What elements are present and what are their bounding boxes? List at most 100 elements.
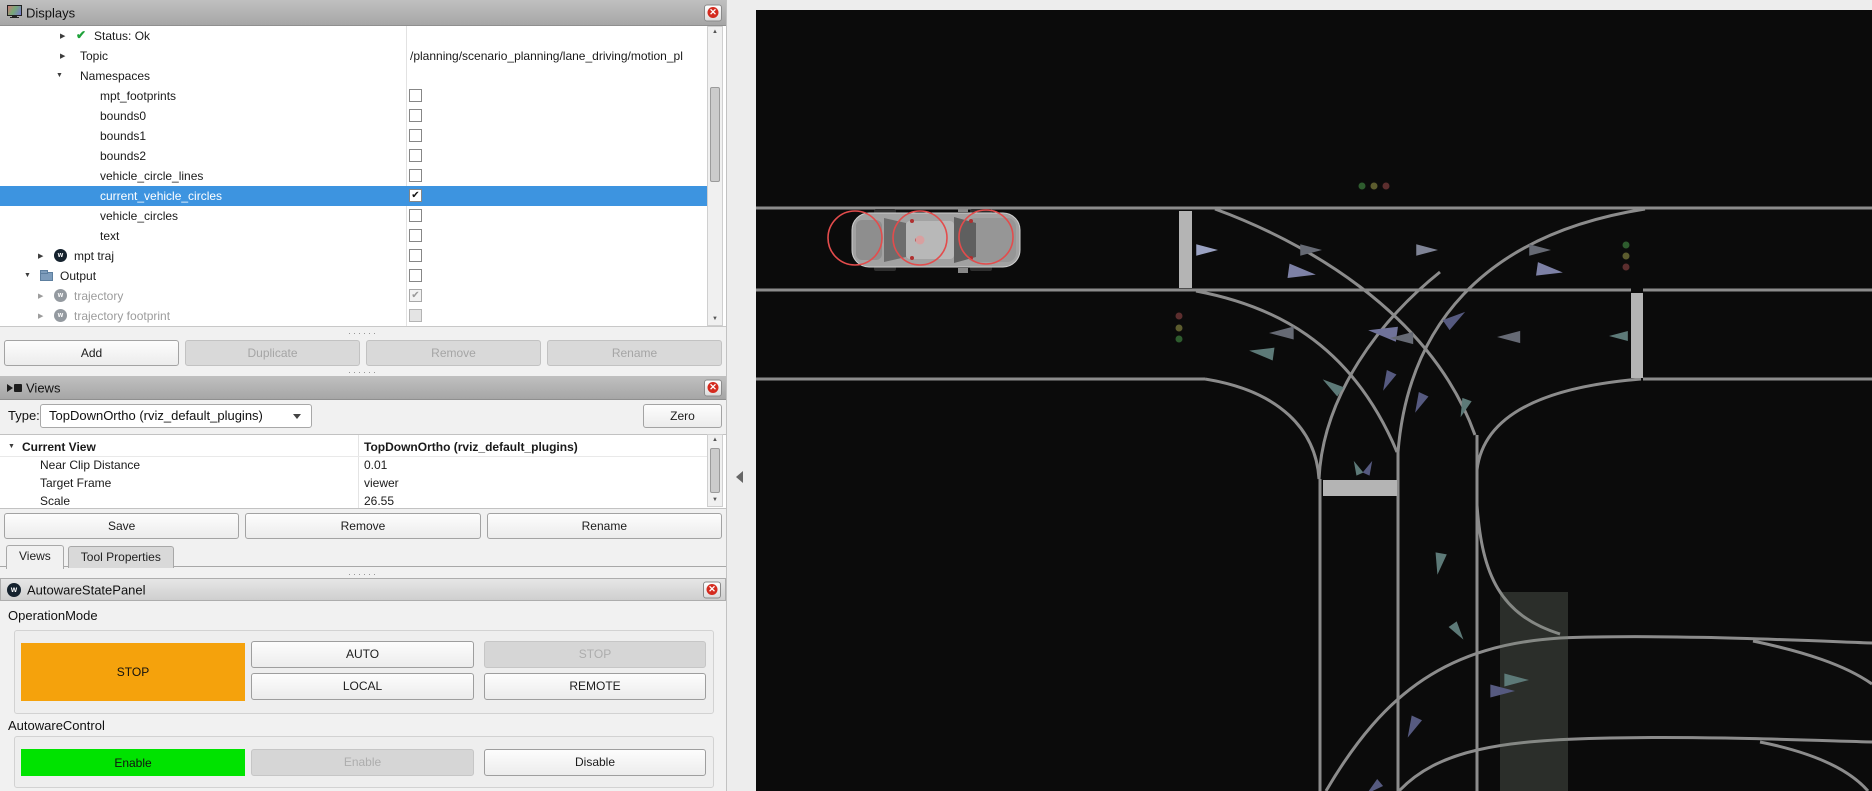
3d-viewport[interactable] <box>756 0 1872 791</box>
tree-item-bounds0[interactable]: bounds0 <box>0 106 707 126</box>
tree-item-label: trajectory footprint <box>74 309 170 323</box>
checkbox[interactable] <box>409 209 422 222</box>
tree-item-label: trajectory <box>74 289 123 303</box>
checkbox[interactable] <box>409 169 422 182</box>
auto-button[interactable]: AUTO <box>251 641 474 668</box>
checkbox[interactable] <box>409 309 422 322</box>
autoware-panel-titlebar[interactable]: w AutowareStatePanel ✕ <box>0 578 726 601</box>
displays-tree-scrollbar[interactable]: ▲ ▼ <box>707 26 723 326</box>
displays-panel-titlebar[interactable]: Displays ✕ <box>0 0 726 26</box>
remove-button: Remove <box>366 340 541 366</box>
enable-button: Enable <box>251 749 474 776</box>
tree-item-trajectory-footprint[interactable]: ▶ w trajectory footprint <box>0 306 707 326</box>
tree-item-label: Status: Ok <box>94 29 150 43</box>
property-value[interactable]: TopDownOrtho (rviz_default_plugins) <box>364 440 578 454</box>
local-button[interactable]: LOCAL <box>251 673 474 700</box>
tree-item-current-vehicle-circles[interactable]: current_vehicle_circles✔ <box>0 186 707 206</box>
expand-arrow-icon[interactable]: ▶ <box>60 52 65 60</box>
collapse-arrow-icon[interactable]: ▼ <box>24 272 31 279</box>
tree-item-label: vehicle_circle_lines <box>100 169 203 183</box>
checkbox[interactable] <box>409 129 422 142</box>
tree-item-text[interactable]: text <box>0 226 707 246</box>
drag-handle[interactable]: ······ <box>0 572 726 577</box>
scroll-up-icon[interactable]: ▲ <box>708 27 722 38</box>
view-properties-table[interactable]: ▼ Current View TopDownOrtho (rviz_default_… <box>0 434 726 509</box>
tree-item-bounds1[interactable]: bounds1 <box>0 126 707 146</box>
dock-splitter[interactable] <box>727 0 756 791</box>
displays-panel-title: Displays <box>26 5 75 20</box>
save-button[interactable]: Save <box>4 513 239 539</box>
property-row-near-clip-distance[interactable]: Near Clip Distance 0.01 <box>0 456 707 474</box>
checkbox[interactable] <box>409 149 422 162</box>
tree-item-label: bounds2 <box>100 149 146 163</box>
tree-item-vehicle-circle-lines[interactable]: vehicle_circle_lines <box>0 166 707 186</box>
zero-button[interactable]: Zero <box>643 404 722 428</box>
remote-button[interactable]: REMOTE <box>484 673 706 700</box>
property-row-current-view[interactable]: ▼ Current View TopDownOrtho (rviz_default_… <box>0 438 707 456</box>
duplicate-button: Duplicate <box>185 340 360 366</box>
displays-close-button[interactable]: ✕ <box>704 4 722 21</box>
expand-arrow-icon[interactable]: ▶ <box>38 292 43 300</box>
tree-item-status-ok[interactable]: ▶✔Status: Ok <box>0 26 707 46</box>
viewport-top-strip <box>756 0 1872 10</box>
scroll-down-icon[interactable]: ▼ <box>708 495 722 506</box>
tree-item-vehicle-circles[interactable]: vehicle_circles <box>0 206 707 226</box>
tree-item-label: vehicle_circles <box>100 209 178 223</box>
autoware-close-button[interactable]: ✕ <box>703 581 721 598</box>
checkbox[interactable]: ✔ <box>409 189 422 202</box>
view-type-dropdown[interactable]: TopDownOrtho (rviz_default_plugins) <box>40 404 312 428</box>
scroll-down-icon[interactable]: ▼ <box>708 314 722 325</box>
collapse-arrow-icon[interactable]: ▼ <box>56 72 63 79</box>
checkbox[interactable] <box>409 229 422 242</box>
rename-button[interactable]: Rename <box>487 513 722 539</box>
scrollbar-thumb[interactable] <box>710 87 720 182</box>
drag-handle[interactable]: ······ <box>0 331 726 336</box>
operation-mode-group: STOP AUTO STOP LOCAL REMOTE <box>14 630 714 714</box>
tree-item-trajectory[interactable]: ▶ w trajectory ✔ <box>0 286 707 306</box>
checkbox[interactable]: ✔ <box>409 289 422 302</box>
property-value[interactable]: 0.01 <box>364 458 387 472</box>
tree-item-label: Output <box>60 269 96 283</box>
stop-mode-button: STOP <box>484 641 706 668</box>
property-name: Near Clip Distance <box>40 458 140 472</box>
tree-item-namespaces[interactable]: ▼Namespaces <box>0 66 707 86</box>
displays-tree[interactable]: ▶✔Status: Ok▶Topic/planning/scenario_pla… <box>0 26 726 327</box>
scrollbar-thumb[interactable] <box>710 448 720 493</box>
view-type-value: TopDownOrtho (rviz_default_plugins) <box>49 408 263 423</box>
views-panel-titlebar[interactable]: Views ✕ <box>0 376 726 400</box>
expand-arrow-icon[interactable]: ▶ <box>60 32 65 40</box>
autoware-control-label: AutowareControl <box>8 718 105 733</box>
type-label: Type: <box>8 408 40 423</box>
tree-item-topic[interactable]: ▶Topic/planning/scenario_planning/lane_d… <box>0 46 707 66</box>
tree-item-mpt-footprints[interactable]: mpt_footprints <box>0 86 707 106</box>
collapse-arrow-icon[interactable]: ▼ <box>8 443 15 450</box>
add-button[interactable]: Add <box>4 340 179 366</box>
collapse-panel-arrow-icon[interactable] <box>736 471 743 483</box>
operation-mode-status: STOP <box>21 643 245 701</box>
property-value[interactable]: 26.55 <box>364 494 394 508</box>
autoware-icon: w <box>54 309 67 322</box>
checkbox[interactable] <box>409 249 422 262</box>
expand-arrow-icon[interactable]: ▶ <box>38 252 43 260</box>
property-value[interactable]: viewer <box>364 476 399 490</box>
tree-item-output[interactable]: ▼ Output <box>0 266 707 286</box>
tab-tool-properties[interactable]: Tool Properties <box>68 546 174 568</box>
views-close-button[interactable]: ✕ <box>704 379 722 396</box>
tab-views[interactable]: Views <box>6 545 64 569</box>
checkbox[interactable] <box>409 89 422 102</box>
view-properties-scrollbar[interactable]: ▲ ▼ <box>707 434 723 507</box>
autoware-control-group: Enable Enable Disable <box>14 736 714 788</box>
expand-arrow-icon[interactable]: ▶ <box>38 312 43 320</box>
drag-handle[interactable]: ······ <box>0 370 726 375</box>
property-row-scale[interactable]: Scale26.55 <box>0 492 707 509</box>
checkbox[interactable] <box>409 269 422 282</box>
property-name: Current View <box>22 440 96 454</box>
autoware-icon: w <box>54 289 67 302</box>
remove-button[interactable]: Remove <box>245 513 480 539</box>
property-row-target-frame[interactable]: Target Frameviewer <box>0 474 707 492</box>
scroll-up-icon[interactable]: ▲ <box>708 435 722 446</box>
tree-item-bounds2[interactable]: bounds2 <box>0 146 707 166</box>
disable-button[interactable]: Disable <box>484 749 706 776</box>
tree-item-mpt-traj[interactable]: ▶wmpt traj <box>0 246 707 266</box>
checkbox[interactable] <box>409 109 422 122</box>
